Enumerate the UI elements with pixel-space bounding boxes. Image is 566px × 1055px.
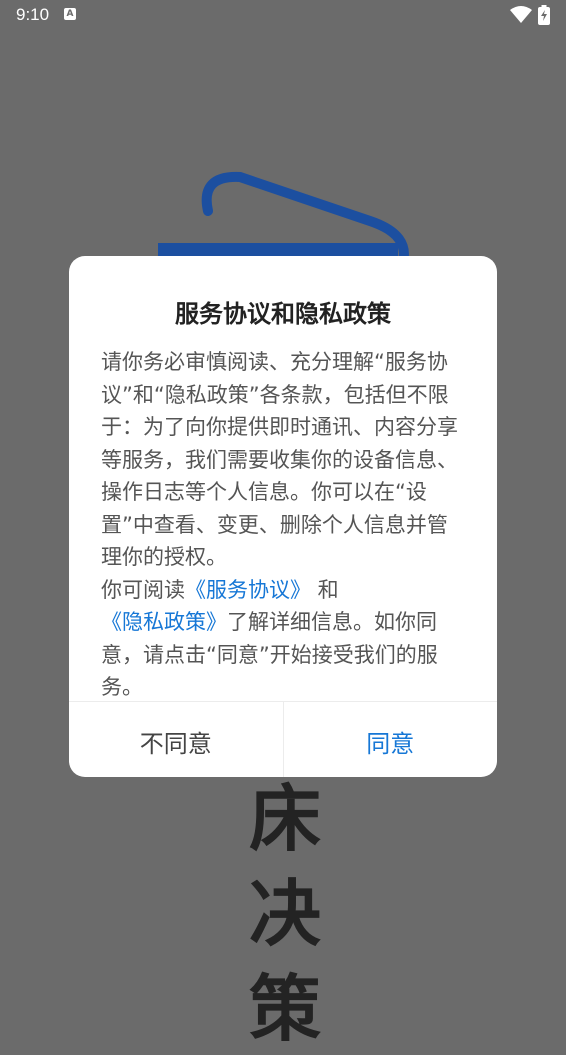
background-char: 决: [248, 871, 321, 956]
privacy-dialog: 服务协议和隐私政策 请你务必审慎阅读、充分理解“服务协议”和“隐私政策”各条款，…: [69, 256, 497, 777]
dialog-paragraph: 你可阅读《服务协议》 和《隐私政策》了解详细信息。如你同意，请点击“同意”开始接…: [101, 574, 461, 704]
dialog-paragraph: 请你务必审慎阅读、充分理解“服务协议”和“隐私政策”各条款，包括但不限于：为了向…: [101, 350, 458, 569]
dialog-title: 服务协议和隐私政策: [175, 300, 391, 328]
background-char: 策: [248, 966, 321, 1051]
notification-a-icon: A: [64, 8, 76, 20]
privacy-policy-link[interactable]: 《隐私政策》: [101, 610, 227, 634]
dialog-text: 和: [311, 577, 339, 602]
status-time: 9:10: [16, 5, 50, 24]
dialog-body: 请你务必审慎阅读、充分理解“服务协议”和“隐私政策”各条款，包括但不限于：为了向…: [101, 346, 461, 704]
agree-button[interactable]: 同意: [284, 702, 498, 777]
wifi-icon: [510, 6, 532, 23]
status-bar: 9:10 A: [0, 0, 566, 30]
battery-icon: [538, 5, 550, 25]
dialog-button-row: 不同意 同意: [69, 701, 497, 777]
dialog-text: 你可阅读: [101, 577, 185, 602]
disagree-button[interactable]: 不同意: [69, 702, 284, 777]
hospital-logo-icon: [158, 171, 409, 265]
service-agreement-link[interactable]: 《服务协议》: [185, 578, 311, 602]
